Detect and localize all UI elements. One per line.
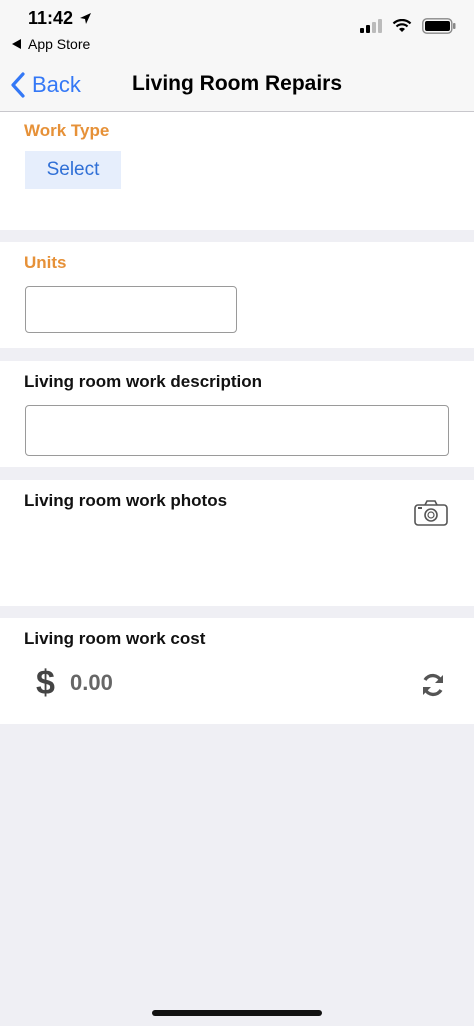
cost-label: Living room work cost — [24, 629, 206, 648]
description-section: Living room work description — [0, 361, 474, 467]
units-section: Units — [0, 242, 474, 348]
back-to-app-link[interactable]: App Store — [12, 36, 90, 52]
page-title: Living Room Repairs — [131, 72, 343, 95]
status-indicators — [360, 18, 456, 34]
back-triangle-icon — [12, 39, 21, 49]
home-indicator[interactable] — [152, 1010, 322, 1016]
location-arrow-icon — [80, 13, 92, 24]
description-label: Living room work description — [24, 372, 263, 391]
description-input[interactable] — [25, 405, 449, 456]
status-bar: 11:42 App Store — [0, 0, 474, 60]
wifi-icon — [392, 19, 412, 32]
photos-section: Living room work photos — [0, 480, 474, 606]
cost-section: Living room work cost $ 0.00 — [0, 618, 474, 724]
units-label: Units — [24, 253, 67, 272]
refresh-icon[interactable] — [420, 672, 446, 698]
battery-icon — [422, 18, 456, 34]
units-input[interactable] — [25, 286, 237, 333]
work-type-select-button[interactable]: Select — [25, 151, 121, 189]
work-type-label: Work Type — [24, 121, 110, 140]
navigation-bar: Back Living Room Repairs — [0, 60, 474, 112]
work-type-section: Work Type Select — [0, 112, 474, 230]
currency-symbol: $ — [36, 664, 55, 702]
time-label: 11:42 — [28, 8, 74, 28]
camera-icon[interactable] — [414, 500, 448, 526]
signal-icon — [360, 19, 382, 33]
photos-label: Living room work photos — [24, 491, 228, 510]
status-time: 11:42 — [28, 8, 92, 29]
back-to-app-label: App Store — [28, 36, 91, 52]
cost-amount: 0.00 — [70, 670, 113, 695]
